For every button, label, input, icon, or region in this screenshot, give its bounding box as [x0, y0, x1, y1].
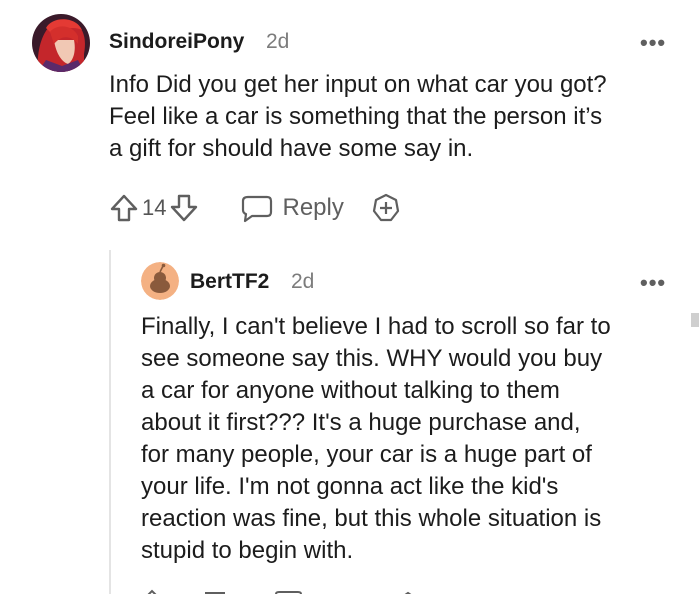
comment-body: Finally, I can't believe I had to scroll…: [141, 313, 611, 564]
more-options-icon[interactable]: •••: [640, 32, 666, 54]
username[interactable]: SindoreiPony: [109, 30, 244, 54]
upvote-icon[interactable]: [108, 192, 140, 224]
avatar-image: [32, 14, 90, 72]
vote-count: 14: [142, 195, 167, 220]
comment-actions-partial: [140, 584, 440, 594]
comment-sindoreipony: SindoreiPony 2d ••• Info Did you get her…: [0, 0, 700, 250]
comment-body: Info Did you get her input on what car y…: [109, 71, 607, 162]
snoo-avatar-icon: [141, 262, 179, 300]
comment-age: 2d: [291, 270, 315, 293]
comment-berttf2: BertTF2 2d ••• Finally, I can't believe …: [0, 250, 700, 594]
username[interactable]: BertTF2: [190, 270, 269, 294]
reply-icon: [240, 192, 274, 224]
reply-label: Reply: [282, 194, 344, 221]
comment-age: 2d: [266, 30, 290, 53]
avatar[interactable]: [141, 262, 179, 300]
reply-button[interactable]: Reply: [240, 192, 344, 224]
award-icon[interactable]: [370, 192, 402, 224]
more-options-icon[interactable]: •••: [640, 272, 666, 294]
avatar[interactable]: [32, 14, 90, 72]
comment-actions: 14 Reply: [108, 188, 402, 228]
downvote-icon[interactable]: [168, 192, 200, 224]
